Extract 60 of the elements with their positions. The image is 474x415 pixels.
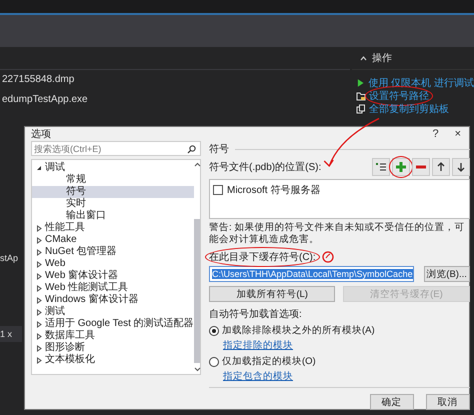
tree-item[interactable]: CMake [32,234,194,246]
help-button[interactable]: ? [432,128,439,140]
file-name: 227155848.dmp [1,73,76,87]
tree-item[interactable]: 输出窗口 [32,210,194,222]
close-button[interactable]: × [454,128,461,140]
tree-item[interactable]: 性能工具 [32,222,194,234]
scroll-thumb[interactable] [194,219,200,363]
file-name: edumpTestApp.exe [1,93,89,107]
tree-item[interactable]: Web 窗体设计器 [32,270,194,282]
action-link[interactable]: 全部复制到剪贴板 [369,102,449,116]
cache-path-field[interactable]: C:\Users\THH\AppData\Local\Temp\SymbolCache [209,266,414,282]
tree-item[interactable]: 符号 [32,186,194,198]
ok-button[interactable]: 确定 [370,394,414,410]
toolbar-button[interactable] [432,158,450,176]
panel-title: 操作 [372,52,392,65]
cancel-button[interactable]: 取消 [426,394,470,410]
collapse-caret-icon[interactable] [360,56,367,60]
tree-item[interactable]: 测试 [32,306,194,318]
toolbar-button[interactable] [372,158,390,176]
radio-label: 加载除排除模块之外的所有模块(A) [222,324,375,337]
checkbox-label: Microsoft 符号服务器 [227,184,320,197]
search-field[interactable]: 搜索选项(Ctrl+E) [31,141,201,156]
checkbox[interactable] [213,185,223,195]
toolbar-button[interactable] [452,158,470,176]
load-all-symbols-button[interactable]: 加载所有符号(L) [209,286,336,302]
browse-button[interactable]: 浏览(B)... [424,266,470,282]
scrollbar[interactable] [194,160,201,374]
action-link[interactable]: 设置符号路径 [369,88,429,102]
dialog-title: 选项 [31,128,51,141]
section-heading: 符号 [209,143,229,156]
field-label: 符号文件(.pdb)的位置(S): [209,160,322,174]
expanded-triangle-icon [36,165,42,171]
play-icon [356,78,366,88]
tree-item[interactable]: 常规 [32,174,194,186]
radio-button[interactable] [209,326,219,336]
tree-item[interactable]: 实时 [32,198,194,210]
add-icon [394,160,408,174]
link[interactable]: 指定排除的模块 [209,339,293,352]
search-icon [187,145,196,154]
tree-item[interactable]: 适用于 Google Test 的测试适配器 [32,318,194,330]
scroll-down-icon[interactable] [194,367,201,372]
background-text: stAp [0,252,20,265]
tree-item[interactable]: 图形诊断 [32,342,194,354]
folder-icon [356,90,366,100]
tree-item[interactable]: 数据库工具 [32,330,194,342]
warning-text: 警告: 如果使用的符号文件来自未知或不受信任的位置，可能会对计算机造成危害。 [209,222,466,246]
scroll-up-icon[interactable] [194,162,201,167]
radio-button[interactable] [209,356,219,366]
tree-item[interactable]: NuGet 包管理器 [32,246,194,258]
copy-icon [356,104,366,114]
tree-item[interactable]: Web 性能测试工具 [32,282,194,294]
tree-item[interactable]: Web [32,258,194,270]
link[interactable]: 指定包含的模块 [209,370,293,383]
tree-item[interactable]: 调试 [32,162,194,174]
tree-item[interactable]: Windows 窗体设计器 [32,294,194,306]
radio-label: 仅加载指定的模块(O) [222,355,316,368]
tree-item[interactable]: 文本模板化 [32,354,194,366]
background-text: 1 x [0,326,22,342]
annotation-circle [322,251,334,263]
field-label: 自动符号加载首选项: [209,308,303,321]
